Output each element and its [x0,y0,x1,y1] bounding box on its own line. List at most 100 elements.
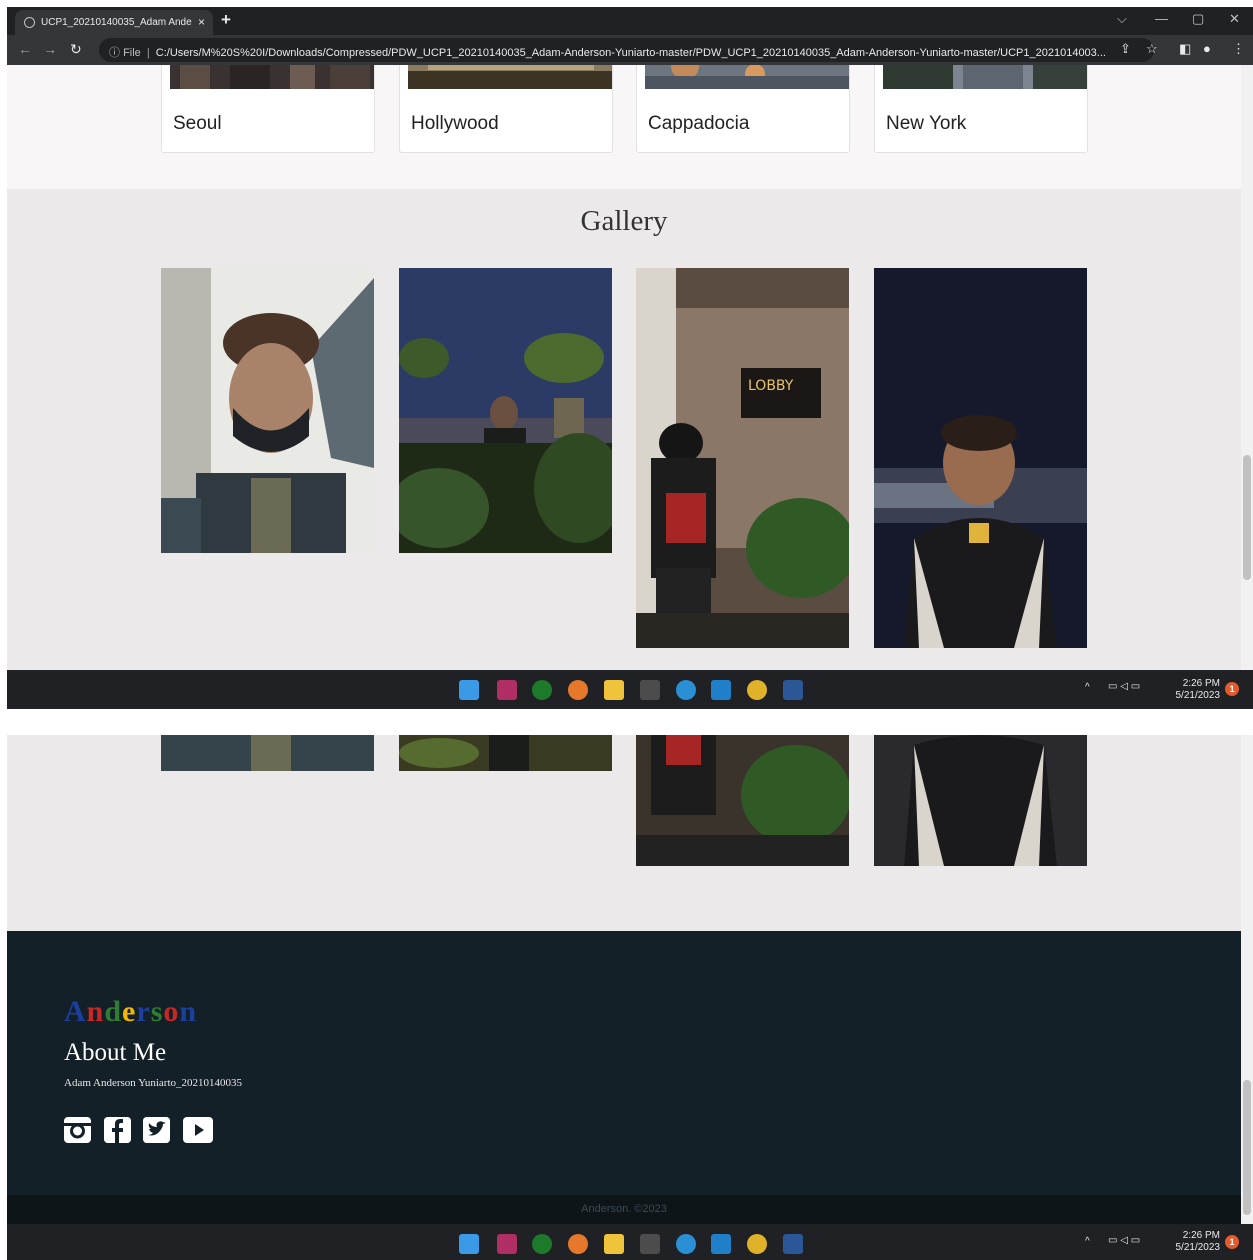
minimize-button[interactable]: — [1155,11,1168,26]
cappadocia-thumbnail [645,65,849,89]
word-icon[interactable] [783,1234,803,1254]
edge-icon[interactable] [676,680,696,700]
page-scrollbar[interactable] [1241,65,1253,670]
xbox-icon[interactable] [532,1234,552,1254]
clock-date: 5/21/2023 [1175,690,1221,701]
maximize-button[interactable]: ▢ [1192,11,1204,27]
tray-chevron-icon[interactable]: ^ [1085,1236,1090,1247]
scrollbar-thumb[interactable] [1243,1080,1251,1215]
seoul-thumbnail [170,65,374,89]
word-icon[interactable] [783,680,803,700]
tray-chevron-icon[interactable]: ^ [1085,682,1090,693]
address-bar-row: ← → ↻ ⓘ File | C:/Users/M%20S%20I/Downlo… [7,35,1253,65]
destination-card[interactable]: New York [874,65,1088,153]
twitter-icon[interactable] [143,1117,170,1143]
chrome-icon[interactable] [747,680,767,700]
close-tab-icon[interactable]: × [198,15,205,29]
screenshot-bottom: Anderson About Me Adam Anderson Yuniarto… [0,709,1253,1260]
copyright-bar: Anderson. ©2023 [7,1195,1241,1225]
gallery-photo-night-garden[interactable] [399,735,612,771]
app-icon[interactable] [568,1234,588,1254]
globe-icon [24,17,35,28]
clock-time: 2:26 PM [1182,678,1220,689]
windows-start-icon[interactable] [459,1234,479,1254]
copyright-text: Anderson. ©2023 [581,1203,667,1215]
address-bar[interactable]: ⓘ File | C:/Users/M%20S%20I/Downloads/Co… [99,38,1154,62]
about-title: About Me [64,1039,167,1066]
about-name: Adam Anderson Yuniarto_20210140035 [64,1077,243,1089]
new-tab-button[interactable]: + [221,10,231,30]
destination-card[interactable]: Seoul [161,65,375,153]
notification-badge[interactable]: 1 [1225,1235,1239,1249]
facebook-icon[interactable] [104,1117,131,1143]
footer-logo[interactable]: Anderson [64,995,197,1029]
site-footer: Anderson About Me Adam Anderson Yuniarto… [7,931,1241,1195]
photos-app-icon[interactable] [497,1234,517,1254]
vscode-icon[interactable] [711,680,731,700]
reload-icon[interactable]: ↻ [70,41,82,58]
page-viewport: Seoul Hollywood Cappadocia New York Gall… [7,65,1241,670]
gallery-photo-lobby[interactable]: LOBBY [636,268,849,648]
hollywood-thumbnail [408,65,612,89]
clock-date: 5/21/2023 [1175,1242,1221,1253]
gallery-photo-smiling-portrait[interactable] [874,268,1087,648]
photos-app-icon[interactable] [497,680,517,700]
close-window-button[interactable]: ✕ [1229,11,1240,27]
terminal-icon[interactable] [640,680,660,700]
card-label: New York [886,113,967,134]
back-icon[interactable]: ← [18,41,32,57]
app-icon[interactable] [568,680,588,700]
windows-start-icon[interactable] [459,680,479,700]
card-label: Hollywood [411,113,499,134]
network-icon[interactable]: ▭ ◁ ▭ [1108,1235,1140,1246]
card-label: Seoul [173,113,222,134]
youtube-icon[interactable] [183,1117,213,1143]
browser-tab[interactable]: UCP1_20210140035_Adam Ande × [15,10,213,35]
scrollbar-thumb[interactable] [1243,455,1251,580]
browser-title-bar: UCP1_20210140035_Adam Ande × + ⌵ — ▢ ✕ [7,7,1253,35]
gallery-photo-night-garden[interactable] [399,268,612,553]
gallery-photo-masked-selfie[interactable] [161,268,374,553]
destination-card[interactable]: Hollywood [399,65,613,153]
bookmark-star-icon[interactable]: ☆ [1146,41,1158,57]
profile-icon[interactable]: ● [1203,41,1211,56]
side-panel-icon[interactable]: ◧ [1179,41,1191,57]
url-text[interactable]: C:/Users/M%20S%20I/Downloads/Compressed/… [156,47,1106,59]
instagram-icon[interactable] [64,1117,91,1143]
network-icon[interactable]: ▭ ◁ ▭ [1108,681,1140,692]
notification-badge[interactable]: 1 [1225,682,1239,696]
xbox-icon[interactable] [532,680,552,700]
share-icon[interactable]: ⇪ [1120,41,1131,57]
page-scrollbar[interactable] [1241,735,1253,1225]
gallery-photo-masked-selfie[interactable] [161,735,374,771]
terminal-icon[interactable] [640,1234,660,1254]
system-clock[interactable]: 2:26 PM 5/21/2023 [1165,678,1221,702]
chrome-icon[interactable] [747,1234,767,1254]
logo-text: Anderson [64,995,198,1028]
info-icon[interactable]: ⓘ [109,47,123,59]
menu-icon[interactable]: ⋮ [1232,41,1245,57]
destinations-section: Seoul Hollywood Cappadocia New York [7,65,1241,189]
destination-card[interactable]: Cappadocia [636,65,850,153]
tab-search-icon[interactable]: ⌵ [1117,11,1127,27]
screenshot-top: UCP1_20210140035_Adam Ande × + ⌵ — ▢ ✕ ←… [0,0,1253,709]
gallery-photo-smiling-portrait[interactable] [874,735,1087,866]
page-viewport: Anderson About Me Adam Anderson Yuniarto… [7,735,1241,1225]
file-explorer-icon[interactable] [604,680,624,700]
gallery-title: Gallery [580,205,668,237]
windows-taskbar: ^ ▭ ◁ ▭ 2:26 PM 5/21/2023 1 [7,1224,1253,1260]
svg-text:LOBBY: LOBBY [748,378,794,394]
edge-icon[interactable] [676,1234,696,1254]
tab-title: UCP1_20210140035_Adam Ande [41,17,192,28]
file-explorer-icon[interactable] [604,1234,624,1254]
card-label: Cappadocia [648,113,750,134]
windows-taskbar: ^ ▭ ◁ ▭ 2:26 PM 5/21/2023 1 [7,670,1253,709]
new-york-thumbnail [883,65,1087,89]
forward-icon[interactable]: → [43,41,57,57]
gallery-photo-lobby[interactable] [636,735,849,866]
clock-time: 2:26 PM [1182,1230,1220,1241]
vscode-icon[interactable] [711,1234,731,1254]
file-label: File [123,47,141,59]
system-clock[interactable]: 2:26 PM 5/21/2023 [1165,1230,1221,1254]
omnibox-separator: | [146,47,150,59]
